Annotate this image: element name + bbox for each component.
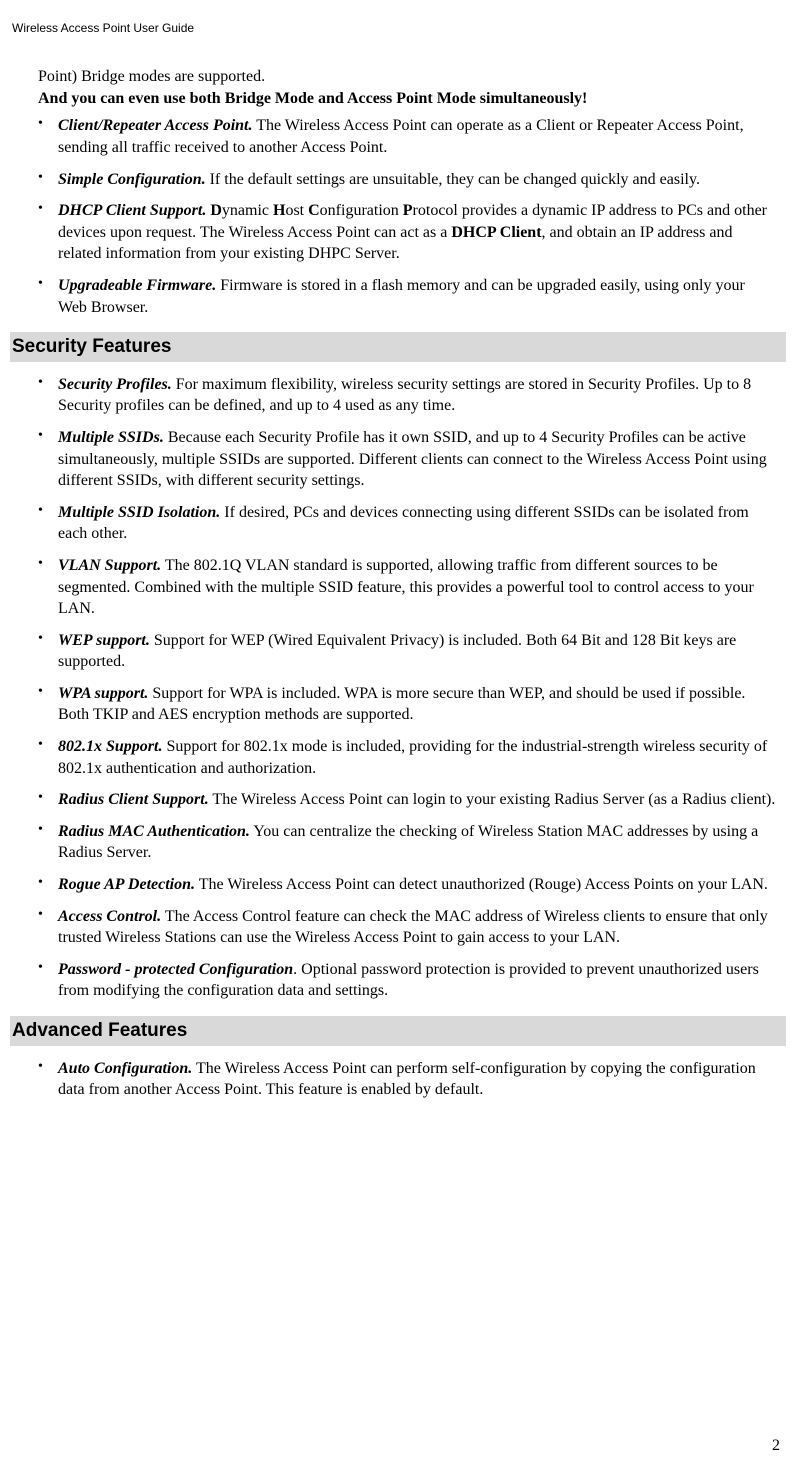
- list-item: Password - protected Configuration. Opti…: [58, 959, 776, 1002]
- security-feature-list: Security Profiles. For maximum flexibili…: [58, 374, 776, 1002]
- list-item: 802.1x Support. Support for 802.1x mode …: [58, 736, 776, 779]
- list-item: Security Profiles. For maximum flexibili…: [58, 374, 776, 417]
- list-item: Multiple SSIDs. Because each Security Pr…: [58, 427, 776, 492]
- feature-title: Radius MAC Authentication.: [58, 823, 250, 840]
- list-item: Access Control. The Access Control featu…: [58, 906, 776, 949]
- feature-title: 802.1x Support.: [58, 738, 162, 755]
- feature-title: Upgradeable Firmware.: [58, 277, 216, 294]
- feature-body: The 802.1Q VLAN standard is supported, a…: [58, 557, 754, 617]
- page-number: 2: [772, 1435, 780, 1457]
- top-feature-list: Client/Repeater Access Point. The Wirele…: [58, 115, 776, 318]
- list-item: Client/Repeater Access Point. The Wirele…: [58, 115, 776, 158]
- prev-line-2: And you can even use both Bridge Mode an…: [38, 90, 587, 107]
- feature-title: Radius Client Support.: [58, 791, 209, 808]
- list-item: Auto Configuration. The Wireless Access …: [58, 1058, 776, 1101]
- continued-paragraph: Point) Bridge modes are supported. And y…: [38, 66, 776, 109]
- list-item: Radius Client Support. The Wireless Acce…: [58, 789, 776, 811]
- feature-title: WPA support.: [58, 685, 148, 702]
- list-item: Simple Configuration. If the default set…: [58, 169, 776, 191]
- feature-body: Because each Security Profile has it own…: [58, 429, 767, 489]
- page-content: Point) Bridge modes are supported. And y…: [10, 66, 786, 1101]
- feature-body: Support for 802.1x mode is included, pro…: [58, 738, 767, 777]
- feature-title: Rogue AP Detection.: [58, 876, 195, 893]
- feature-body: The Wireless Access Point can login to y…: [209, 791, 776, 808]
- feature-title: Security Profiles.: [58, 376, 172, 393]
- prev-line-1: Point) Bridge modes are supported.: [38, 68, 265, 85]
- list-item: DHCP Client Support. Dynamic Host Config…: [58, 200, 776, 265]
- feature-body: Support for WPA is included. WPA is more…: [58, 685, 745, 724]
- feature-title: Access Control.: [58, 908, 161, 925]
- feature-title: WEP support.: [58, 632, 150, 649]
- list-item: VLAN Support. The 802.1Q VLAN standard i…: [58, 555, 776, 620]
- feature-body: The Wireless Access Point can detect una…: [195, 876, 768, 893]
- list-item: WEP support. Support for WEP (Wired Equi…: [58, 630, 776, 673]
- feature-title: Multiple SSID Isolation.: [58, 504, 220, 521]
- list-item: WPA support. Support for WPA is included…: [58, 683, 776, 726]
- list-item: Multiple SSID Isolation. If desired, PCs…: [58, 502, 776, 545]
- feature-body: The Access Control feature can check the…: [58, 908, 768, 947]
- feature-body: If the default settings are unsuitable, …: [206, 171, 700, 188]
- feature-title: Password - protected Configuration: [58, 961, 293, 978]
- feature-title: Client/Repeater Access Point.: [58, 117, 253, 134]
- page-header: Wireless Access Point User Guide: [10, 20, 786, 36]
- list-item: Upgradeable Firmware. Firmware is stored…: [58, 275, 776, 318]
- list-item: Radius MAC Authentication. You can centr…: [58, 821, 776, 864]
- section-heading-security: Security Features: [10, 332, 786, 362]
- feature-title: VLAN Support.: [58, 557, 161, 574]
- list-item: Rogue AP Detection. The Wireless Access …: [58, 874, 776, 896]
- feature-title: Multiple SSIDs.: [58, 429, 164, 446]
- feature-title: DHCP Client Support.: [58, 202, 206, 219]
- feature-body: Support for WEP (Wired Equivalent Privac…: [58, 632, 736, 671]
- advanced-feature-list: Auto Configuration. The Wireless Access …: [58, 1058, 776, 1101]
- feature-title: Simple Configuration.: [58, 171, 206, 188]
- feature-title: Auto Configuration.: [58, 1060, 192, 1077]
- section-heading-advanced: Advanced Features: [10, 1016, 786, 1046]
